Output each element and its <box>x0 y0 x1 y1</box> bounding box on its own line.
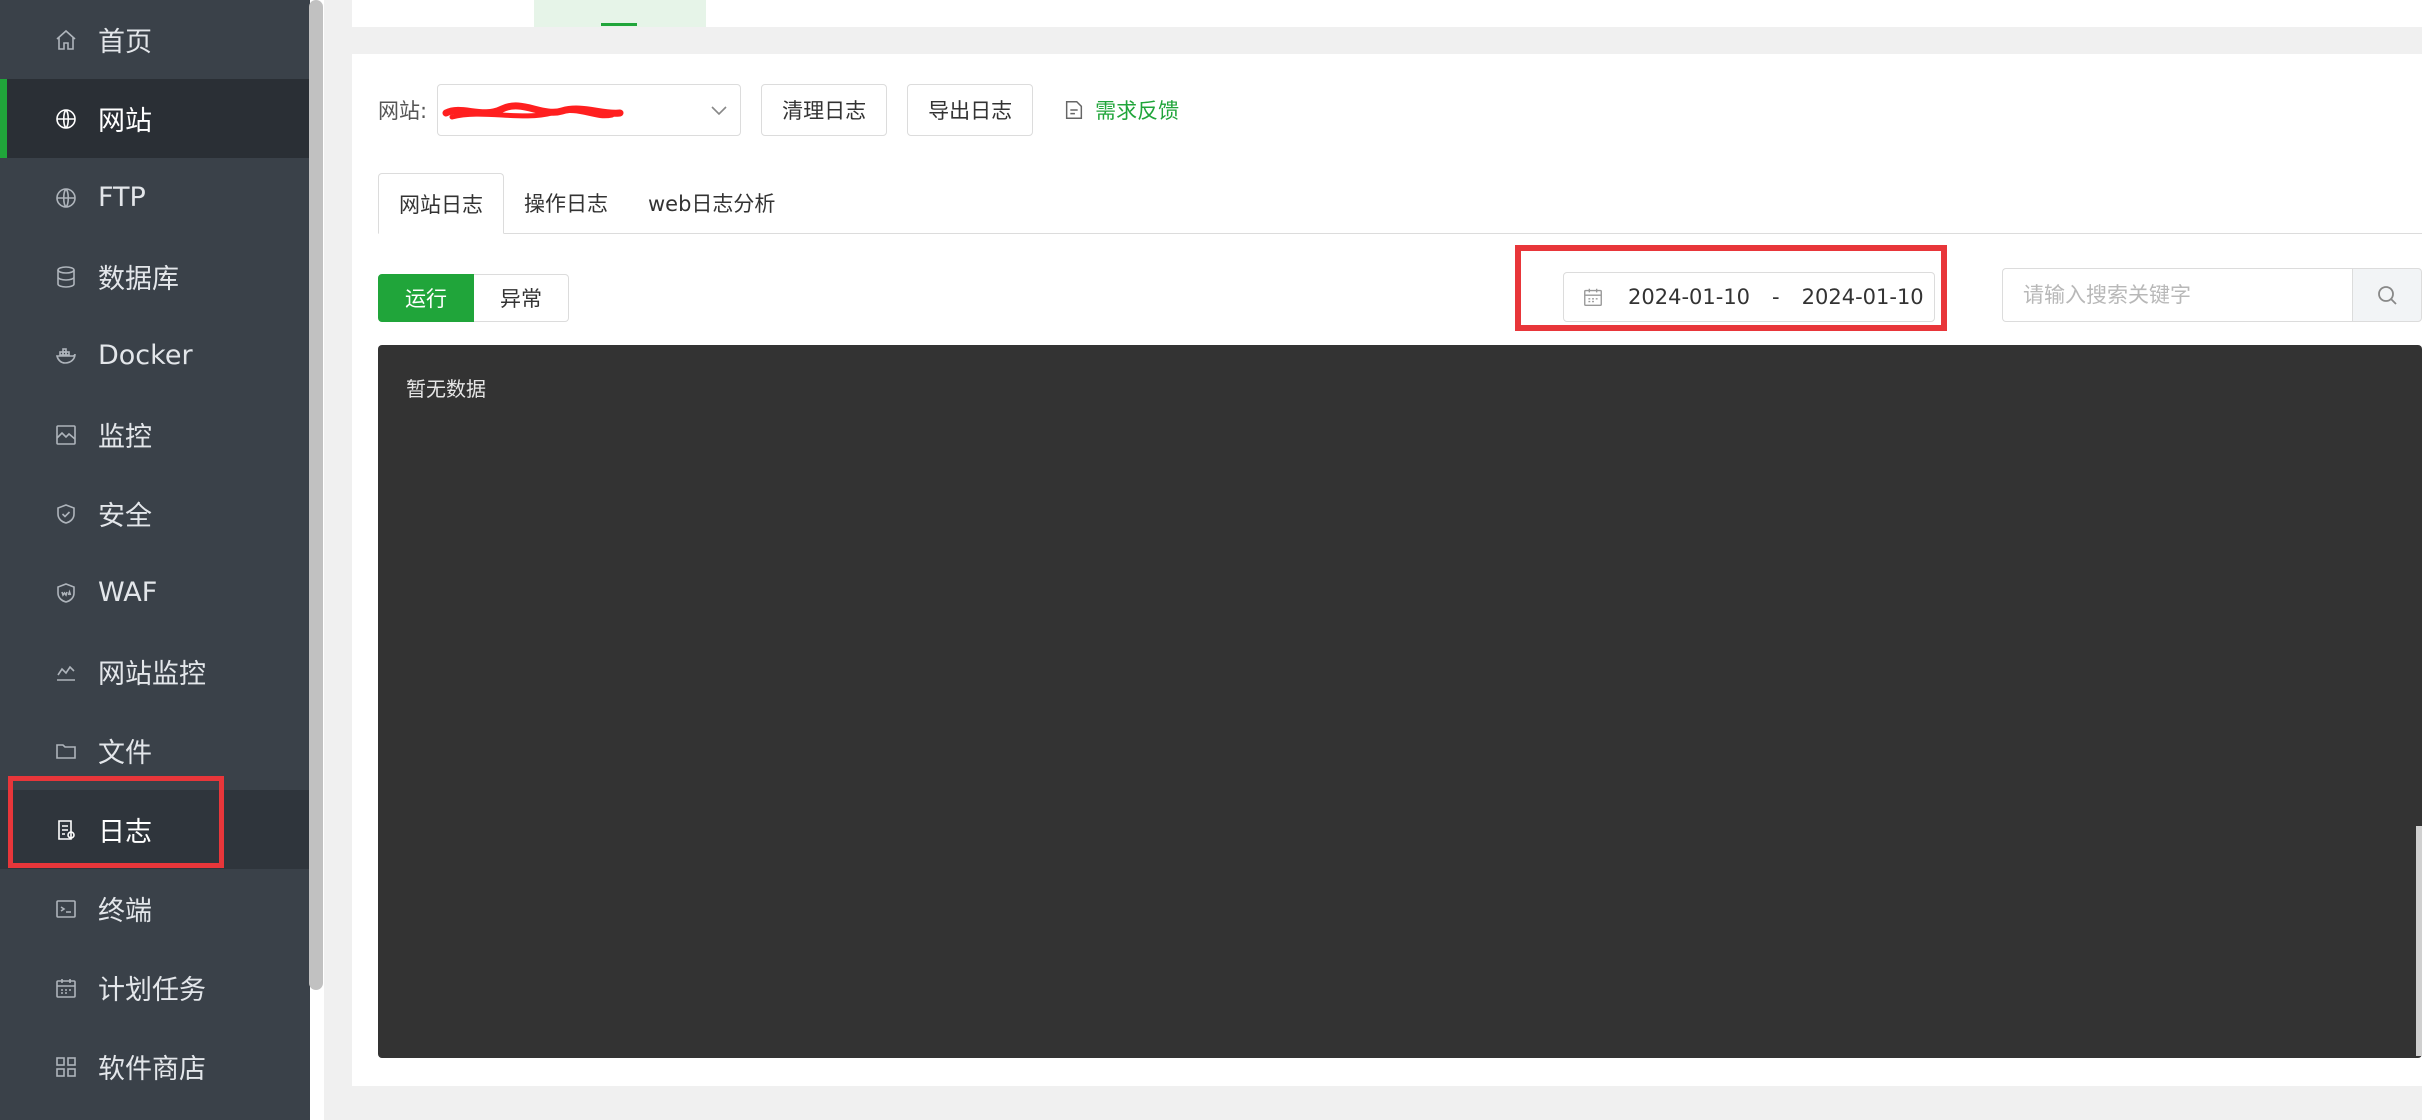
sidebar-item-cron[interactable]: 计划任务 <box>0 948 310 1027</box>
sidebar-item-terminal[interactable]: 终端 <box>0 869 310 948</box>
sidebar-item-label: 网站 <box>98 106 152 137</box>
tab-web-log-analysis[interactable]: web日志分析 <box>628 173 795 233</box>
sidebar-item-label: 安全 <box>98 501 152 532</box>
sidebar-item-app-store[interactable]: 软件商店 <box>0 1027 310 1106</box>
ftp-globe-icon <box>54 186 78 210</box>
tab-site-log[interactable]: 网站日志 <box>378 173 504 234</box>
globe-icon <box>54 107 78 131</box>
sidebar-item-logs[interactable]: 日志 <box>0 790 310 869</box>
sidebar-item-label: 网站监控 <box>98 659 206 690</box>
sidebar-item-monitor[interactable]: 监控 <box>0 395 310 474</box>
tab-operation-log[interactable]: 操作日志 <box>504 173 628 233</box>
home-icon <box>54 28 78 52</box>
monitor-icon <box>54 423 78 447</box>
waf-shield-icon <box>54 581 78 605</box>
line-chart-icon <box>54 660 78 684</box>
date-separator: - <box>1772 285 1780 309</box>
sidebar-item-label: 日志 <box>98 817 152 848</box>
search-button[interactable] <box>2352 268 2422 322</box>
calendar-task-icon <box>54 976 78 1000</box>
sidebar-item-label: Docker <box>98 340 193 371</box>
sidebar-item-label: 文件 <box>98 738 152 769</box>
sidebar-item-label: 数据库 <box>98 264 179 295</box>
sidebar-item-label: WAF <box>98 577 158 608</box>
empty-log-text: 暂无数据 <box>406 377 486 401</box>
site-label: 网站: <box>378 99 428 123</box>
chevron-down-icon <box>711 106 727 116</box>
sidebar-item-waf[interactable]: WAF <box>0 553 310 632</box>
top-tab-strip <box>352 0 2422 27</box>
sidebar: 首页 网站 FTP 数据库 Docker 监控 安全 WAF 网站监控 文件 日… <box>0 0 310 1120</box>
error-log-button[interactable]: 异常 <box>474 274 569 322</box>
date-range-picker[interactable]: 2024-01-10 - 2024-01-10 <box>1563 272 1935 322</box>
calendar-icon <box>1582 286 1604 308</box>
terminal-icon <box>54 897 78 921</box>
site-select[interactable] <box>437 84 742 136</box>
log-tabs: 网站日志 操作日志 web日志分析 <box>378 173 2422 234</box>
sidebar-item-docker[interactable]: Docker <box>0 316 310 395</box>
sidebar-item-files[interactable]: 文件 <box>0 711 310 790</box>
folder-icon <box>54 739 78 763</box>
log-output: 暂无数据 <box>378 345 2422 1058</box>
shield-icon <box>54 502 78 526</box>
sidebar-item-label: 监控 <box>98 422 152 453</box>
sidebar-item-label: 软件商店 <box>98 1054 206 1085</box>
sidebar-item-site-monitor[interactable]: 网站监控 <box>0 632 310 711</box>
search-input[interactable] <box>2002 268 2352 322</box>
sidebar-item-home[interactable]: 首页 <box>0 0 310 79</box>
sidebar-item-ftp[interactable]: FTP <box>0 158 310 237</box>
database-icon <box>54 265 78 289</box>
run-log-button[interactable]: 运行 <box>378 274 474 322</box>
log-panel: 网站: 清理日志 导出日志 需求反馈 网站日志 操作日志 web日志分析 运行 … <box>352 54 2422 1086</box>
log-type-toggle: 运行 异常 <box>378 274 569 322</box>
edit-note-icon <box>1066 101 1083 119</box>
clear-log-button[interactable]: 清理日志 <box>761 84 888 136</box>
sidebar-item-database[interactable]: 数据库 <box>0 237 310 316</box>
sidebar-item-label: 首页 <box>98 27 152 58</box>
export-log-button[interactable]: 导出日志 <box>907 84 1034 136</box>
sidebar-scrollbar-thumb[interactable] <box>309 0 323 990</box>
app-grid-icon <box>54 1055 78 1079</box>
toolbar: 网站: 清理日志 导出日志 需求反馈 <box>378 84 1179 136</box>
feedback-link[interactable]: 需求反馈 <box>1063 95 1179 125</box>
feedback-label: 需求反馈 <box>1095 99 1180 123</box>
date-start[interactable]: 2024-01-10 <box>1628 285 1750 309</box>
docker-icon <box>54 344 78 368</box>
log-document-icon <box>54 818 78 842</box>
redaction-scribble <box>442 102 624 120</box>
right-scrollbar[interactable] <box>2416 826 2422 1056</box>
sidebar-item-label: FTP <box>98 182 146 213</box>
date-end[interactable]: 2024-01-10 <box>1802 285 1924 309</box>
top-active-tab-indicator <box>601 23 637 26</box>
search-bar <box>2002 268 2422 322</box>
sidebar-nav: 首页 网站 FTP 数据库 Docker 监控 安全 WAF 网站监控 文件 日… <box>0 0 310 1106</box>
sidebar-item-label: 计划任务 <box>98 975 206 1006</box>
sidebar-item-label: 终端 <box>98 896 152 927</box>
sidebar-item-security[interactable]: 安全 <box>0 474 310 553</box>
sidebar-item-website[interactable]: 网站 <box>0 79 310 158</box>
search-icon <box>2378 286 2397 305</box>
